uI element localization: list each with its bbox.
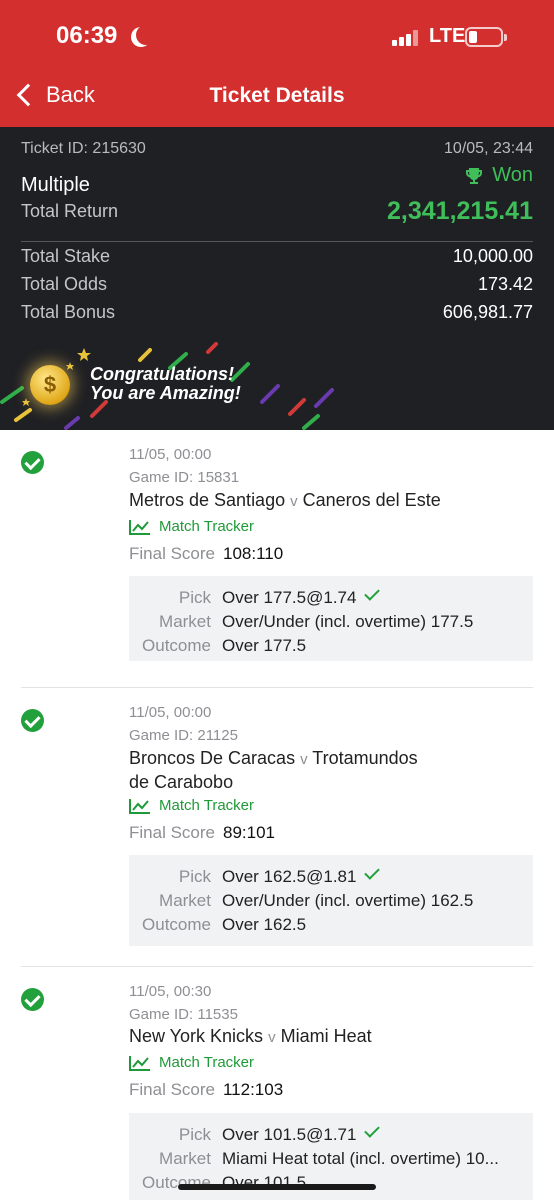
total-stake-label: Total Stake xyxy=(21,246,111,266)
congrats-line1: Congratulations! xyxy=(90,364,234,384)
confetti-decoration xyxy=(0,342,334,430)
chart-line-icon xyxy=(129,1055,150,1071)
check-icon xyxy=(364,864,381,880)
final-score-label: Final Score xyxy=(129,544,215,563)
status-label: Won xyxy=(492,164,533,186)
market-value: Over/Under (incl. overtime) 177.5 xyxy=(222,612,474,631)
check-icon xyxy=(364,1122,381,1138)
pick-details: Pick Over 177.5@1.74 Market Over/Under (in… xyxy=(129,576,533,661)
battery-icon xyxy=(465,27,507,47)
match-tracker-link[interactable]: Match Tracker xyxy=(129,518,254,535)
ticket-id: Ticket ID: 215630 xyxy=(21,140,146,157)
bet-date: 11/05, 00:00 xyxy=(129,704,212,721)
final-score-label: Final Score xyxy=(129,1080,215,1099)
market-value: Miami Heat total (incl. overtime) 10... xyxy=(222,1149,499,1168)
match-teams: Broncos De Caracas v Trotamundos de Cara… xyxy=(129,747,439,793)
final-score-label: Final Score xyxy=(129,823,215,842)
congrats-text: Congratulations! You are Amazing! xyxy=(90,365,241,403)
away-team: Caneros del Este xyxy=(302,490,441,510)
market-value: Over/Under (incl. overtime) 162.5 xyxy=(222,891,474,910)
ticket-summary: Ticket ID: 215630 10/05, 23:44 Multiple … xyxy=(0,127,554,430)
outcome-label: Outcome xyxy=(142,636,211,655)
match-tracker-label: Match Tracker xyxy=(159,1054,255,1071)
divider xyxy=(21,241,533,242)
won-check-icon xyxy=(21,451,44,474)
outcome-label: Outcome xyxy=(142,915,211,934)
market-label: Market xyxy=(159,1149,211,1168)
total-odds-row: Total Odds 173.42 xyxy=(21,274,533,295)
versus-label: v xyxy=(300,751,308,768)
final-score-value: 108:110 xyxy=(222,544,284,563)
home-indicator[interactable] xyxy=(178,1184,376,1190)
final-score: Final Score 108:110 xyxy=(129,544,283,564)
status-time: 06:39 xyxy=(56,22,118,49)
total-bonus-label: Total Bonus xyxy=(21,302,116,322)
won-check-icon xyxy=(21,709,44,732)
total-return-label: Total Return xyxy=(21,201,119,221)
won-check-icon xyxy=(21,988,44,1011)
pick-value: Over 101.5@1.71 xyxy=(222,1125,357,1144)
bet-date: 11/05, 00:30 xyxy=(129,983,212,1000)
moon-icon xyxy=(136,25,156,45)
match-teams: Metros de Santiago v Caneros del Este xyxy=(129,489,459,513)
versus-label: v xyxy=(290,493,298,510)
total-stake-value: 10,000.00 xyxy=(452,246,533,266)
match-teams: New York Knicks v Miami Heat xyxy=(129,1025,459,1049)
total-bonus-value: 606,981.77 xyxy=(442,302,533,322)
ticket-type: Multiple xyxy=(21,174,90,196)
away-team: Miami Heat xyxy=(280,1026,372,1046)
pick-value: Over 162.5@1.81 xyxy=(222,867,357,886)
chart-line-icon xyxy=(129,798,150,814)
outcome-label: Outcome xyxy=(142,1173,211,1192)
pick-label: Pick xyxy=(178,588,211,607)
final-score-value: 112:103 xyxy=(222,1080,284,1099)
match-tracker-label: Match Tracker xyxy=(159,518,255,535)
page-title: Ticket Details xyxy=(209,84,345,107)
outcome-value: Over 162.5 xyxy=(222,915,307,934)
pick-label: Pick xyxy=(178,1125,211,1144)
check-icon xyxy=(364,585,381,601)
game-id: Game ID: 21125 xyxy=(129,727,238,744)
home-team: Metros de Santiago xyxy=(129,490,286,510)
pick-label: Pick xyxy=(178,867,211,886)
status-badge: Won xyxy=(464,164,533,187)
total-stake-row: Total Stake 10,000.00 xyxy=(21,246,533,267)
total-return-value: 2,341,215.41 xyxy=(387,197,533,225)
match-tracker-link[interactable]: Match Tracker xyxy=(129,1054,254,1071)
match-tracker-label: Match Tracker xyxy=(159,797,255,814)
market-label: Market xyxy=(159,891,211,910)
total-bonus-row: Total Bonus 606,981.77 xyxy=(21,302,533,323)
home-team: Broncos De Caracas xyxy=(129,748,296,768)
final-score: Final Score 112:103 xyxy=(129,1080,283,1100)
congratulations-banner: $ Congratulations! You are Amazing! xyxy=(0,340,554,430)
outcome-value: Over 177.5 xyxy=(222,636,307,655)
game-id: Game ID: 15831 xyxy=(129,469,240,486)
top-app-bar: 06:39 LTE Back Ticket Details xyxy=(0,0,554,127)
signal-icon xyxy=(392,30,420,46)
network-label: LTE xyxy=(429,25,466,47)
market-label: Market xyxy=(159,612,211,631)
chart-line-icon xyxy=(129,519,150,535)
match-tracker-link[interactable]: Match Tracker xyxy=(129,797,254,814)
divider xyxy=(21,966,533,967)
divider xyxy=(21,687,533,688)
coin-icon: $ xyxy=(30,365,70,405)
ticket-datetime: 10/05, 23:44 xyxy=(444,140,533,157)
total-odds-value: 173.42 xyxy=(477,274,533,294)
game-id: Game ID: 11535 xyxy=(129,1006,238,1023)
final-score: Final Score 89:101 xyxy=(129,823,275,843)
home-team: New York Knicks xyxy=(129,1026,264,1046)
pick-value: Over 177.5@1.74 xyxy=(222,588,357,607)
trophy-icon xyxy=(466,167,483,184)
outcome-value: Over 101.5 xyxy=(222,1173,307,1192)
congrats-line2: You are Amazing! xyxy=(90,383,241,403)
final-score-value: 89:101 xyxy=(222,823,275,842)
bet-date: 11/05, 00:00 xyxy=(129,446,212,463)
versus-label: v xyxy=(268,1029,276,1046)
total-odds-label: Total Odds xyxy=(21,274,108,294)
pick-details: Pick Over 162.5@1.81 Market Over/Under (in… xyxy=(129,855,533,946)
